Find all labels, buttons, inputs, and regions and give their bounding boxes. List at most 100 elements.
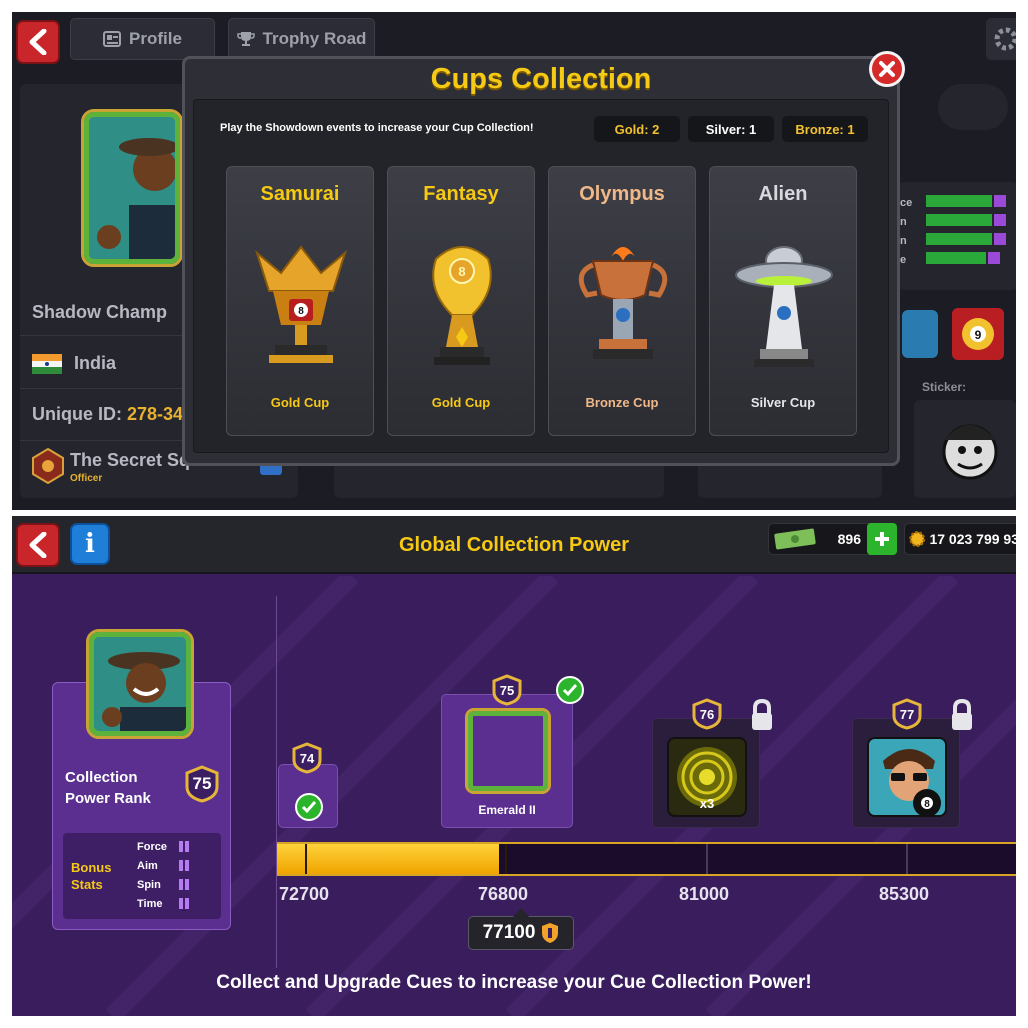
progress-track bbox=[277, 842, 1016, 876]
global-collection-power-screen: i Global Collection Power 896 17 023 799… bbox=[12, 516, 1016, 1016]
trophy-icon bbox=[236, 32, 255, 46]
svg-text:8: 8 bbox=[458, 264, 465, 279]
country-row: India bbox=[32, 353, 116, 374]
modal-title: Cups Collection bbox=[430, 63, 652, 95]
cup-card-fantasy[interactable]: Fantasy 8 Gold Cup bbox=[387, 166, 535, 436]
unique-id-label: Unique ID: bbox=[32, 404, 122, 424]
cups-collection-screen: Profile Trophy Road Shadow Champ India U… bbox=[12, 12, 1016, 510]
bonus-stats-label: Bonus Stats bbox=[71, 859, 111, 893]
back-arrow-icon bbox=[29, 29, 47, 55]
reward-count: x3 bbox=[699, 796, 715, 811]
settings-button[interactable] bbox=[986, 18, 1016, 60]
svg-text:9: 9 bbox=[975, 328, 982, 342]
level-number: 75 bbox=[499, 682, 515, 698]
profile-card-icon bbox=[103, 31, 122, 47]
rank-title: Collection Power Rank bbox=[65, 767, 151, 809]
milestone-75[interactable]: Emerald II bbox=[441, 694, 573, 828]
cup-card-samurai[interactable]: Samurai 8 Gold Cup bbox=[226, 166, 374, 436]
avatar-reward-icon: 8 bbox=[867, 737, 947, 817]
alien-cup-icon bbox=[735, 246, 833, 367]
lock-icon bbox=[952, 698, 972, 730]
back-button[interactable] bbox=[16, 20, 60, 64]
level-number: 76 bbox=[699, 706, 715, 722]
olympus-cup-icon bbox=[578, 247, 668, 359]
svg-text:8: 8 bbox=[298, 306, 304, 317]
cups-collection-modal: Cups Collection Play the Showdown events… bbox=[182, 51, 905, 466]
tab-trophy-road-label: Trophy Road bbox=[262, 29, 367, 48]
tick-label: 85300 bbox=[879, 884, 930, 904]
tick-mark bbox=[906, 844, 908, 874]
milestone-77[interactable]: 8 bbox=[852, 718, 960, 828]
india-flag-icon bbox=[32, 353, 62, 374]
cup-type: Silver Cup bbox=[750, 395, 816, 410]
stat-bars-image bbox=[926, 195, 1006, 264]
sticker-label: Sticker: bbox=[922, 380, 967, 394]
bonus-label-line: Bonus bbox=[71, 860, 112, 875]
stat-label: ce bbox=[900, 197, 913, 209]
tick-mark bbox=[706, 844, 708, 874]
stat-aim: Aim bbox=[137, 860, 158, 872]
cash-icon bbox=[774, 528, 816, 550]
level-number: 74 bbox=[299, 750, 315, 766]
stat-aim-bars bbox=[179, 860, 191, 871]
tick-mark bbox=[305, 844, 307, 874]
cup-type: Gold Cup bbox=[270, 395, 330, 410]
cup-card-olympus[interactable]: Olympus Bronze Cup bbox=[548, 166, 696, 436]
add-cash-button[interactable] bbox=[867, 523, 897, 555]
cup-type: Gold Cup bbox=[431, 395, 491, 410]
divider bbox=[276, 596, 277, 968]
stat-time: Time bbox=[137, 898, 163, 910]
pointer-arrow-icon bbox=[513, 908, 529, 917]
club-name: The Secret Sq bbox=[70, 450, 191, 470]
cash-amount: 896 bbox=[837, 531, 861, 547]
ball-badge-9-icon: 9 bbox=[952, 308, 1004, 360]
tick-label: 72700 bbox=[279, 884, 330, 904]
rank-number: 75 bbox=[192, 774, 212, 793]
club-emblem-icon bbox=[32, 447, 64, 485]
cup-name: Fantasy bbox=[423, 183, 499, 205]
fantasy-cup-icon: 8 bbox=[432, 246, 492, 365]
tick-mark bbox=[505, 844, 507, 874]
stat-spin: Spin bbox=[137, 879, 161, 891]
cup-card-alien[interactable]: Alien Silver Cup bbox=[709, 166, 857, 436]
milestone-76[interactable]: x3 bbox=[652, 718, 760, 828]
svg-text:8: 8 bbox=[924, 799, 930, 810]
stat-force: Force bbox=[137, 841, 167, 853]
modal-content: Play the Showdown events to increase you… bbox=[193, 99, 889, 453]
cue-reward-icon: x3 bbox=[667, 737, 747, 817]
player-avatar bbox=[81, 109, 183, 267]
level-badge: 76 bbox=[692, 698, 722, 730]
bronze-count-badge: Bronze: 1 bbox=[782, 116, 868, 142]
club-role: Officer bbox=[70, 473, 103, 484]
level-badge: 74 bbox=[292, 742, 322, 774]
modal-subtitle: Play the Showdown events to increase you… bbox=[220, 122, 534, 134]
lock-icon bbox=[752, 698, 772, 730]
sticker-slot bbox=[914, 400, 1016, 498]
stats-labels: ce n n e bbox=[900, 194, 912, 270]
tab-profile-label: Profile bbox=[129, 29, 182, 48]
cup-name: Olympus bbox=[579, 183, 665, 205]
cup-name: Samurai bbox=[260, 183, 340, 205]
tab-trophy-road[interactable]: Trophy Road bbox=[228, 18, 375, 60]
bonus-label-line: Stats bbox=[71, 877, 103, 892]
close-button[interactable] bbox=[869, 51, 905, 87]
tick-label: 81000 bbox=[679, 884, 730, 904]
frame-name: Emerald II bbox=[478, 803, 536, 817]
coin-gear-icon bbox=[909, 531, 926, 547]
stat-label: e bbox=[900, 254, 907, 266]
stat-time-bars bbox=[179, 898, 191, 909]
tab-profile[interactable]: Profile bbox=[70, 18, 215, 60]
unique-id-value: 278-34 bbox=[127, 404, 184, 424]
stat-spin-bars bbox=[179, 879, 191, 890]
silver-count-badge: Silver: 1 bbox=[688, 116, 774, 142]
plus-icon bbox=[875, 532, 889, 546]
footer-hint: Collect and Upgrade Cues to increase you… bbox=[216, 972, 812, 993]
top-bar: i Global Collection Power 896 17 023 799… bbox=[12, 516, 1016, 574]
emerald-frame-icon bbox=[465, 708, 551, 794]
current-power-value: 77100 bbox=[482, 922, 536, 943]
stat-force-bars bbox=[179, 841, 191, 852]
cup-type: Bronze Cup bbox=[585, 395, 659, 410]
power-shield-icon bbox=[542, 923, 559, 943]
rank-title-line: Power Rank bbox=[65, 790, 151, 807]
level-number: 77 bbox=[899, 706, 915, 722]
